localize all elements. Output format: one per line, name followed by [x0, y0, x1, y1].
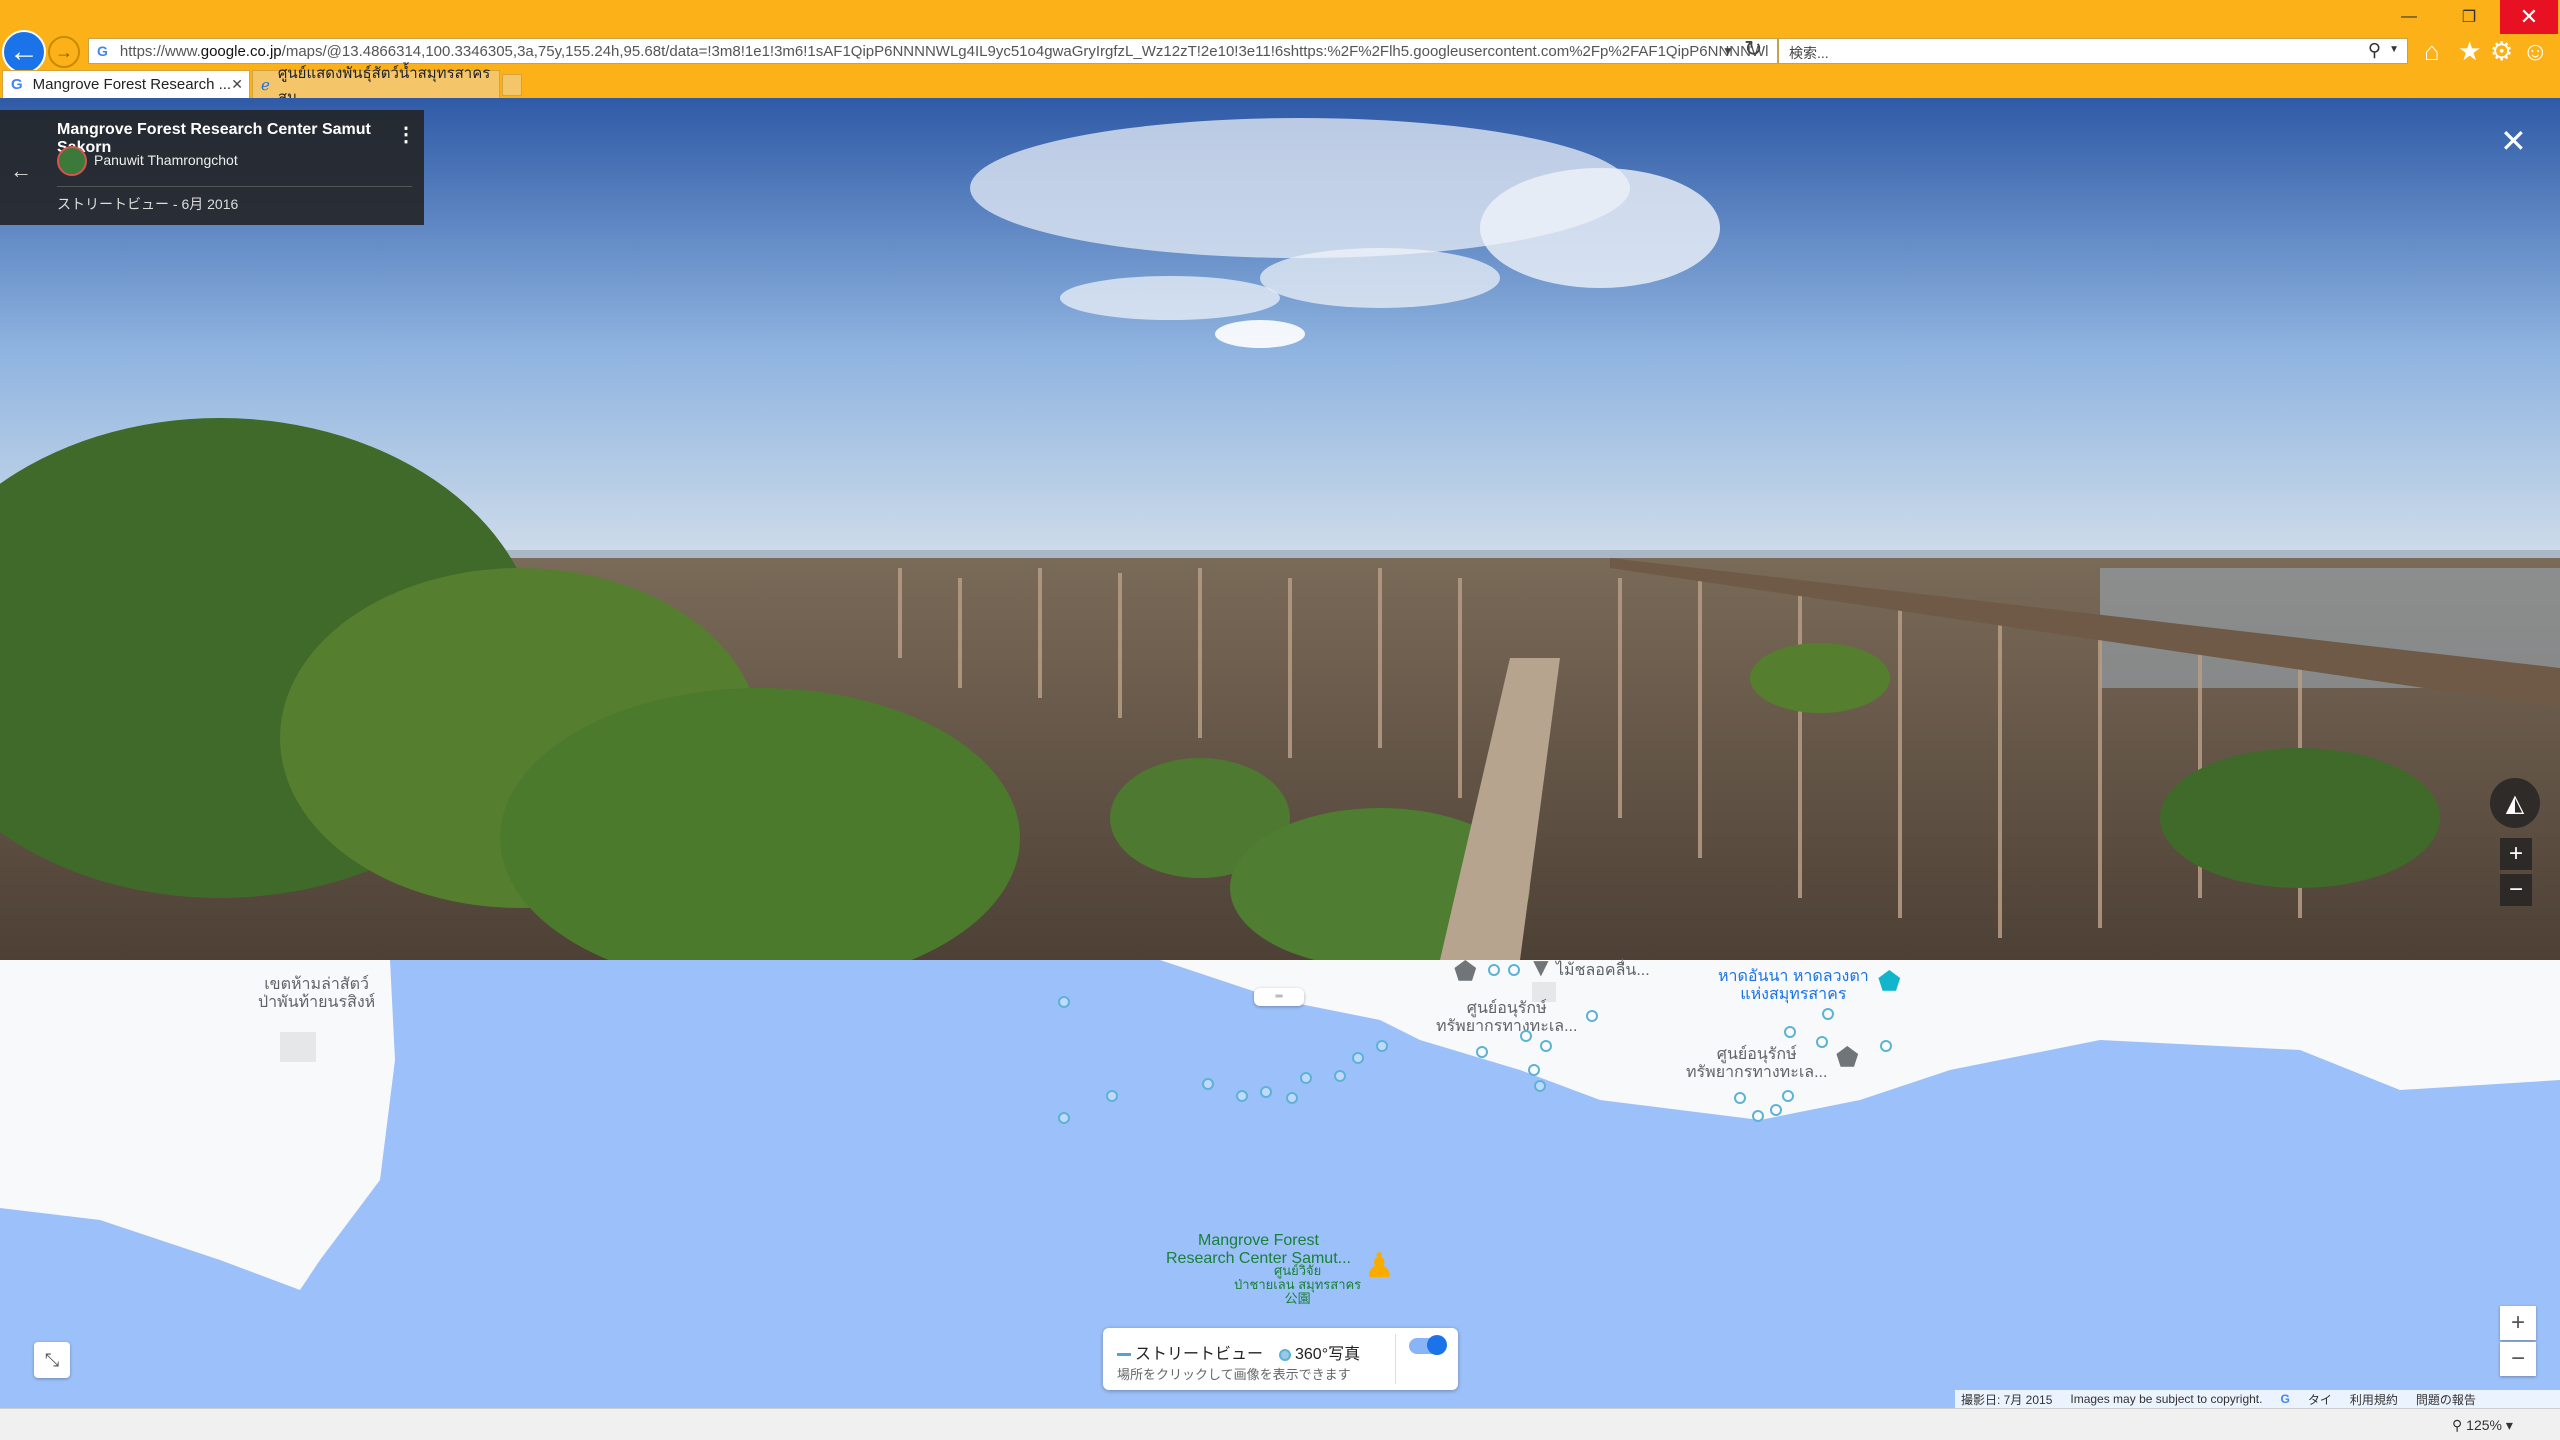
photo360-dot[interactable]: [1202, 1078, 1214, 1090]
map-pin-icon[interactable]: ⬟: [1836, 1042, 1859, 1073]
report-problem-link[interactable]: 問題の報告: [2416, 1391, 2476, 1408]
photo360-dot[interactable]: [1058, 1112, 1070, 1124]
legend-divider: [1395, 1334, 1396, 1384]
streetview-panorama[interactable]: [0, 98, 2560, 960]
url-path: /maps/@13.4866314,100.3346305,3a,75y,155…: [281, 42, 1769, 60]
photo360-dot[interactable]: [1784, 1026, 1796, 1038]
browser-chrome: — ❐ ✕ ← → G https://www. google.co.jp/map…: [0, 0, 2560, 106]
photo360-dot[interactable]: [1508, 964, 1520, 976]
map-pin-icon[interactable]: ⬟: [1454, 956, 1477, 987]
map-label-marine-center-2[interactable]: ศูนย์อนุรักษ์ ทรัพยากรทางทะเล...: [1686, 1046, 1827, 1082]
photo360-dot[interactable]: [1488, 964, 1500, 976]
compass-icon[interactable]: ◭: [2490, 778, 2540, 828]
capture-date: 撮影日: 7月 2015: [1961, 1392, 2053, 1407]
photo360-dot[interactable]: [1058, 996, 1070, 1008]
search-dropdown-icon[interactable]: ▼: [2389, 44, 2399, 55]
favorites-star-icon[interactable]: ★: [2458, 36, 2481, 67]
url-domain: google.co.jp: [200, 42, 282, 60]
tab-aquarium[interactable]: ℯ ศูนย์แสดงพันธุ์สัตว์น้ำสมุทรสาคร สม...: [252, 65, 500, 106]
url-dropdown-icon[interactable]: ▼: [1722, 44, 1734, 58]
shrink-map-icon[interactable]: ⤡: [34, 1342, 70, 1378]
back-arrow-icon[interactable]: ←: [10, 158, 32, 184]
photo360-dot[interactable]: [1520, 1030, 1532, 1042]
country-link[interactable]: タイ: [2308, 1391, 2332, 1408]
card-divider: [57, 186, 412, 187]
search-input[interactable]: 検索... ⚲ ▼: [1778, 38, 2408, 64]
photo360-dot[interactable]: [1352, 1052, 1364, 1064]
back-button[interactable]: ←: [2, 30, 46, 74]
map-label-mangrove-thai[interactable]: ศูนย์วิจัย ป่าชายเลน สมุทรสาคร 公園: [1234, 1264, 1361, 1306]
photo360-dot[interactable]: [1106, 1090, 1118, 1102]
capture-date-label: ストリートビュー - 6月 2016: [57, 196, 239, 212]
photo360-dot[interactable]: [1528, 1064, 1540, 1076]
pegman-icon[interactable]: ♟: [1364, 1246, 1394, 1286]
legend-360-photo: 360°写真: [1279, 1340, 1360, 1364]
coverage-legend: ストリートビュー 360°写真 場所をクリックして画像を表示できます: [1103, 1328, 1458, 1390]
photo360-dot[interactable]: [1376, 1040, 1388, 1052]
search-icon[interactable]: ⚲: [2368, 40, 2381, 61]
google-favicon-icon: G: [97, 43, 108, 59]
more-options-icon[interactable]: ⋮: [396, 122, 416, 147]
map-label-wave-barrier[interactable]: ไม้ชลอคลื่น...: [1556, 962, 1650, 980]
map-label-wildlife-sanctuary[interactable]: เขตห้ามล่าสัตว์ ป่าพันท้ายนรสิงห์: [258, 976, 375, 1012]
photo360-dot[interactable]: [1880, 1040, 1892, 1052]
map-footer: 撮影日: 7月 2015 Images may be subject to co…: [1955, 1390, 2560, 1408]
photo360-dot[interactable]: [1752, 1110, 1764, 1122]
url-prefix: https://www.: [119, 42, 201, 60]
status-bar: ⚲ 125% ▾: [0, 1408, 2560, 1440]
tab-mangrove[interactable]: G Mangrove Forest Research ... ✕: [2, 70, 250, 98]
copyright-notice: Images may be subject to copyright.: [2070, 1392, 2263, 1406]
photo360-dot[interactable]: [1822, 1008, 1834, 1020]
settings-gear-icon[interactable]: ⚙: [2490, 36, 2513, 67]
home-icon[interactable]: ⌂: [2424, 36, 2440, 67]
author-name[interactable]: Panuwit Thamrongchot: [94, 152, 238, 168]
photo360-dot[interactable]: [1334, 1070, 1346, 1082]
new-tab-button[interactable]: [502, 74, 522, 96]
panorama-image: [0, 98, 2560, 960]
photo360-dot[interactable]: [1260, 1086, 1272, 1098]
search-placeholder: 検索...: [1789, 45, 1829, 61]
map-label-marine-center-1[interactable]: ศูนย์อนุรักษ์ ทรัพยากรทางทะเล...: [1436, 1000, 1577, 1036]
close-streetview-icon[interactable]: ✕: [2500, 122, 2527, 160]
coverage-toggle[interactable]: [1409, 1335, 1447, 1355]
photo360-dot[interactable]: [1734, 1092, 1746, 1104]
map-label-beach[interactable]: หาดอันนา หาดลวงตา แห่งสมุทรสาคร: [1718, 968, 1869, 1004]
legend-hint: 場所をクリックして画像を表示できます: [1117, 1367, 1351, 1382]
terms-link[interactable]: 利用規約: [2350, 1391, 2398, 1408]
google-tab-icon: G: [11, 76, 23, 93]
streetview-info-card: ← Mangrove Forest Research Center Samut …: [0, 110, 424, 225]
author-avatar[interactable]: [57, 146, 87, 176]
photo360-dot[interactable]: [1300, 1072, 1312, 1084]
photo360-dot[interactable]: [1770, 1104, 1782, 1116]
reload-icon[interactable]: ↻: [1744, 36, 1762, 62]
pano-zoom-out-button[interactable]: −: [2500, 874, 2532, 906]
tab-close-icon[interactable]: ✕: [231, 76, 243, 93]
photo360-dot[interactable]: [1534, 1080, 1546, 1092]
google-logo-icon: G: [2280, 1392, 2290, 1406]
map-zoom-in-button[interactable]: +: [2500, 1306, 2536, 1340]
zoom-level[interactable]: ⚲ 125% ▾: [2452, 1417, 2513, 1434]
photo360-dot[interactable]: [1540, 1040, 1552, 1052]
photo360-dot[interactable]: [1286, 1092, 1298, 1104]
photo360-dot[interactable]: [1586, 1010, 1598, 1022]
beach-pin-icon[interactable]: ⬟: [1878, 966, 1901, 997]
legend-streetview: ストリートビュー: [1117, 1340, 1263, 1364]
restore-button[interactable]: ❐: [2440, 0, 2498, 34]
photo360-dot[interactable]: [1476, 1046, 1488, 1058]
smiley-feedback-icon[interactable]: ☺: [2522, 36, 2549, 67]
map-resize-handle[interactable]: ═: [1254, 988, 1304, 1006]
photo360-dot[interactable]: [1782, 1090, 1794, 1102]
tab-strip: G Mangrove Forest Research ... ✕ ℯ ศูนย์…: [0, 65, 2560, 106]
ie-tab-icon: ℯ: [261, 76, 270, 94]
photo360-dot[interactable]: [1236, 1090, 1248, 1102]
minimize-button[interactable]: —: [2380, 0, 2438, 34]
window-close-button[interactable]: ✕: [2500, 0, 2558, 34]
forward-button[interactable]: →: [48, 36, 80, 68]
tab-label: Mangrove Forest Research ...: [32, 76, 232, 93]
map-label-mangrove-center[interactable]: Mangrove Forest Research Center Samut...: [1166, 1232, 1351, 1268]
pano-zoom-in-button[interactable]: +: [2500, 838, 2532, 870]
map-pin-icon[interactable]: ▼: [1528, 952, 1554, 983]
photo360-dot[interactable]: [1816, 1036, 1828, 1048]
map-zoom-out-button[interactable]: −: [2500, 1342, 2536, 1376]
